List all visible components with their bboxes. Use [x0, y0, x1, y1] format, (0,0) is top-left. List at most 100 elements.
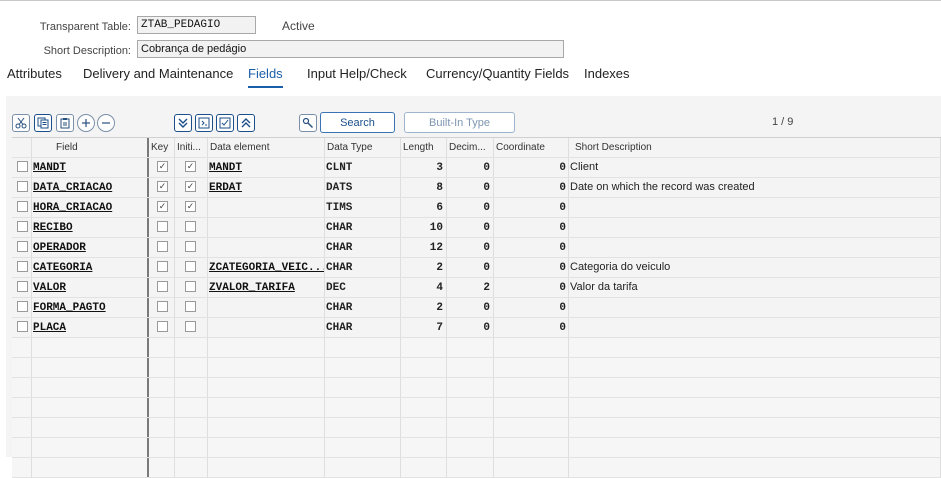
length-cell[interactable]: 12	[401, 238, 447, 257]
initial-values-checkbox[interactable]	[185, 220, 196, 232]
data-type-cell[interactable]: DATS	[325, 178, 401, 197]
decimals-cell[interactable]: 0	[447, 298, 494, 317]
row-select-checkbox[interactable]	[17, 300, 28, 312]
key-cell[interactable]	[149, 238, 175, 257]
data-type-cell[interactable]: CHAR	[325, 298, 401, 317]
data-element-link[interactable]: ZVALOR_TARIFA	[208, 282, 295, 294]
row-select-checkbox[interactable]	[17, 320, 28, 332]
initial-values-checkbox[interactable]	[185, 240, 196, 252]
scroll-top-icon[interactable]	[237, 114, 255, 132]
field-name[interactable]: RECIBO	[32, 222, 73, 234]
initial-values-checkbox[interactable]: ✓	[185, 160, 196, 172]
data-element-cell[interactable]	[208, 318, 325, 337]
tab-currency-quantity-fields[interactable]: Currency/Quantity Fields	[426, 66, 569, 81]
field-name-cell[interactable]: FORMA_PAGTO	[32, 298, 149, 317]
short-description-cell[interactable]	[569, 218, 941, 237]
column-header-short-description[interactable]: Short Description	[569, 138, 941, 157]
row-selector[interactable]	[12, 178, 32, 197]
row-select-checkbox[interactable]	[17, 180, 28, 192]
field-name-cell[interactable]: HORA_CRIACAO	[32, 198, 149, 217]
key-cell[interactable]	[149, 218, 175, 237]
data-element-cell[interactable]: MANDT	[208, 158, 325, 177]
insert-row-icon[interactable]	[77, 114, 95, 132]
initial-values-cell[interactable]: ✓	[175, 178, 208, 197]
short-description-cell[interactable]	[569, 298, 941, 317]
data-element-cell[interactable]: ZVALOR_TARIFA	[208, 278, 325, 297]
initial-values-cell[interactable]: ✓	[175, 158, 208, 177]
row-selector[interactable]	[12, 238, 32, 257]
cut-icon[interactable]	[12, 114, 30, 132]
scroll-bottom-icon[interactable]	[174, 114, 192, 132]
key-checkbox[interactable]	[157, 300, 168, 312]
table-row[interactable]: DATA_CRIACAO ✓ ✓ ERDAT DATS 8 0 0 Date on which …	[12, 178, 941, 198]
table-row[interactable]: VALOR ZVALOR_TARIFA DEC 4 2 0 Valor da tarifa	[12, 278, 941, 298]
key-cell[interactable]	[149, 278, 175, 297]
decimals-cell[interactable]: 0	[447, 318, 494, 337]
table-row[interactable]: OPERADOR CHAR 12 0 0	[12, 238, 941, 258]
tab-input-help-check[interactable]: Input Help/Check	[307, 66, 407, 81]
column-header-data-element[interactable]: Data element	[208, 138, 325, 157]
length-cell[interactable]: 4	[401, 278, 447, 297]
key-cell[interactable]: ✓	[149, 198, 175, 217]
initial-values-cell[interactable]	[175, 298, 208, 317]
initial-values-checkbox[interactable]	[185, 280, 196, 292]
data-element-link[interactable]: ZCATEGORIA_VEIC...	[208, 262, 324, 274]
data-element-link[interactable]	[208, 242, 209, 254]
select-all-header[interactable]	[12, 138, 32, 157]
field-name-cell[interactable]: VALOR	[32, 278, 149, 297]
decimals-cell[interactable]: 0	[447, 198, 494, 217]
key-checkbox[interactable]: ✓	[157, 180, 168, 192]
key-checkbox[interactable]: ✓	[157, 200, 168, 212]
column-header-key[interactable]: Key	[149, 138, 175, 157]
key-checkbox[interactable]	[157, 280, 168, 292]
field-name[interactable]: MANDT	[32, 162, 66, 174]
table-name-field[interactable]: ZTAB_PEDAGIO	[137, 16, 256, 34]
row-selector[interactable]	[12, 198, 32, 217]
data-element-link[interactable]: ERDAT	[208, 182, 242, 194]
search-button[interactable]: Search	[320, 112, 395, 133]
tab-attributes[interactable]: Attributes	[7, 66, 62, 81]
decimals-cell[interactable]: 0	[447, 178, 494, 197]
short-description-cell[interactable]	[569, 238, 941, 257]
data-element-link[interactable]	[208, 322, 209, 334]
coordinate-cell[interactable]: 0	[494, 238, 569, 257]
column-header-initial[interactable]: Initi...	[175, 138, 208, 157]
data-element-cell[interactable]	[208, 238, 325, 257]
coordinate-cell[interactable]: 0	[494, 158, 569, 177]
length-cell[interactable]: 6	[401, 198, 447, 217]
coordinate-cell[interactable]: 0	[494, 278, 569, 297]
column-header-coordinate[interactable]: Coordinate	[494, 138, 569, 157]
field-name-cell[interactable]: PLACA	[32, 318, 149, 337]
field-name[interactable]: FORMA_PAGTO	[32, 302, 106, 314]
decimals-cell[interactable]: 0	[447, 258, 494, 277]
row-select-checkbox[interactable]	[17, 240, 28, 252]
column-header-field[interactable]: Field	[32, 138, 149, 157]
key-checkbox[interactable]	[157, 260, 168, 272]
field-name-cell[interactable]: CATEGORIA	[32, 258, 149, 277]
delete-row-icon[interactable]	[97, 114, 115, 132]
table-row[interactable]: MANDT ✓ ✓ MANDT CLNT 3 0 0 Client	[12, 158, 941, 178]
table-row[interactable]: CATEGORIA ZCATEGORIA_VEIC... CHAR 2 0 0 Catego…	[12, 258, 941, 278]
decimals-cell[interactable]: 2	[447, 278, 494, 297]
key-cell[interactable]: ✓	[149, 158, 175, 177]
field-name-cell[interactable]: DATA_CRIACAO	[32, 178, 149, 197]
decimals-cell[interactable]: 0	[447, 158, 494, 177]
table-row[interactable]: HORA_CRIACAO ✓ ✓ TIMS 6 0 0	[12, 198, 941, 218]
row-select-checkbox[interactable]	[17, 160, 28, 172]
length-cell[interactable]: 2	[401, 258, 447, 277]
key-cell[interactable]	[149, 258, 175, 277]
data-type-cell[interactable]: CHAR	[325, 318, 401, 337]
data-element-cell[interactable]: ERDAT	[208, 178, 325, 197]
data-element-cell[interactable]	[208, 218, 325, 237]
decimals-cell[interactable]: 0	[447, 218, 494, 237]
field-name[interactable]: HORA_CRIACAO	[32, 202, 112, 214]
key-checkbox[interactable]	[157, 320, 168, 332]
data-type-cell[interactable]: CHAR	[325, 238, 401, 257]
field-name[interactable]: DATA_CRIACAO	[32, 182, 112, 194]
data-element-cell[interactable]: ZCATEGORIA_VEIC...	[208, 258, 325, 277]
table-row[interactable]: PLACA CHAR 7 0 0	[12, 318, 941, 338]
short-description-field[interactable]: Cobrança de pedágio	[137, 40, 564, 58]
short-description-cell[interactable]: Date on which the record was created	[569, 178, 941, 197]
key-icon[interactable]	[299, 114, 317, 132]
decimals-cell[interactable]: 0	[447, 238, 494, 257]
